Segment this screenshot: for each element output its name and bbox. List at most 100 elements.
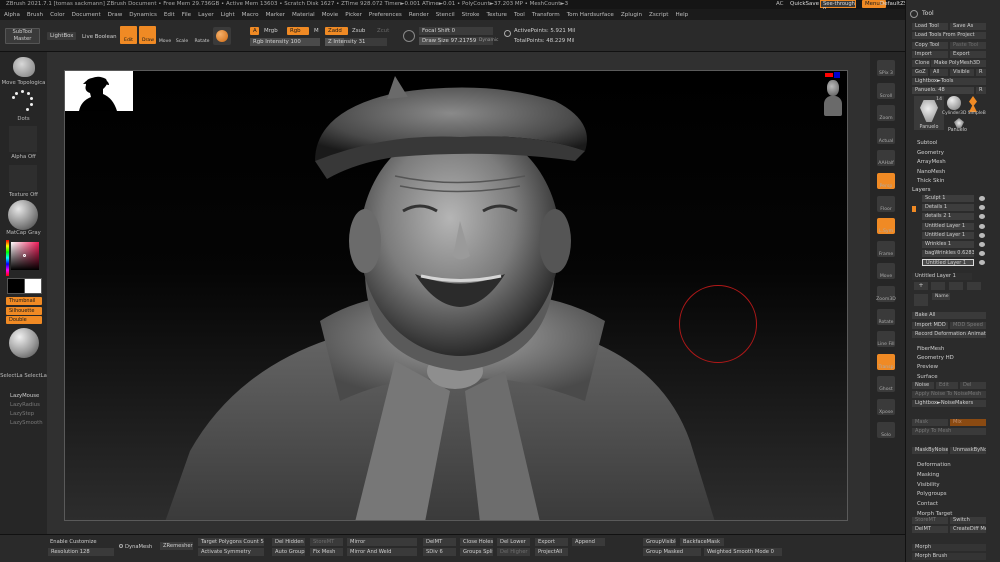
menu-item-zplugin[interactable]: Zplugin — [621, 12, 642, 18]
section-polygroups[interactable]: Polygroups — [917, 491, 947, 497]
menu-item-color[interactable]: Color — [50, 12, 65, 18]
enable-customize-button[interactable]: Enable Customize — [50, 539, 97, 545]
del-lower-button[interactable]: Del Lower — [497, 538, 530, 546]
navigation-head-icon[interactable] — [823, 80, 843, 118]
weighted-smooth-slider[interactable]: Weighted Smooth Mode 0 — [704, 548, 782, 556]
layer-add-icon[interactable]: + — [914, 282, 928, 290]
groupvisible-button[interactable]: GroupVisible — [643, 538, 676, 546]
double-button[interactable]: Double — [6, 316, 42, 324]
bake-all-button[interactable]: Bake All — [912, 312, 986, 319]
m-button[interactable]: M — [314, 28, 319, 34]
rotate-mode-button[interactable]: Rotate — [193, 39, 211, 44]
zadd-button[interactable]: Zadd — [325, 27, 348, 35]
layer-item[interactable]: Wrinkles 1 — [922, 241, 974, 248]
menu-item-edit[interactable]: Edit — [164, 12, 175, 18]
tool-r-button[interactable]: R — [976, 87, 986, 94]
section-subtool[interactable]: Subtool — [917, 140, 937, 146]
menu-item-movie[interactable]: Movie — [322, 12, 339, 18]
layer-remove-icon[interactable] — [931, 282, 945, 290]
close-holes-button[interactable]: Close Holes — [460, 538, 493, 546]
apply-noise-button[interactable]: Apply Noise To NoiseMesh — [912, 391, 986, 398]
menu-item-tool[interactable]: Tool — [514, 12, 525, 18]
layer-up-icon[interactable] — [949, 282, 963, 290]
dynamic-radius-icon[interactable] — [403, 30, 415, 42]
sphere-tool-icon[interactable] — [947, 96, 961, 110]
menu-item-transform[interactable]: Transform — [532, 12, 560, 18]
layer-visibility-icon[interactable] — [979, 196, 985, 201]
layer-item[interactable]: bagWrinkles 0.62831 — [922, 250, 974, 258]
section-deformation[interactable]: Deformation — [917, 462, 951, 468]
subtool-master-button[interactable]: SubTool Master — [5, 28, 40, 44]
layer-visibility-icon[interactable] — [979, 223, 985, 229]
group-masked-button[interactable]: Group Masked — [643, 548, 701, 556]
section-thick-skin[interactable]: Thick Skin — [917, 178, 944, 184]
projectall-button[interactable]: ProjectAll — [535, 548, 568, 556]
section-visibility[interactable]: Visibility — [917, 482, 940, 488]
move-topological-brush-icon[interactable] — [11, 55, 37, 79]
layer-visibility-icon[interactable] — [979, 232, 985, 238]
layer-item[interactable]: details 2 1 — [922, 213, 974, 221]
thumbnail-button[interactable]: Thumbnail — [6, 297, 42, 305]
main-color-swatch[interactable] — [24, 278, 42, 294]
copy-tool-button[interactable]: Copy Tool — [912, 42, 948, 49]
load-from-project-button[interactable]: Load Tools From Project — [912, 32, 986, 39]
noise-button[interactable]: Noise — [912, 382, 934, 389]
color-picker[interactable] — [6, 240, 42, 276]
mirror-button[interactable]: Mirror — [347, 538, 417, 546]
section-arraymesh[interactable]: ArrayMesh — [917, 159, 946, 165]
secondary-color-swatch[interactable] — [7, 278, 25, 294]
edit-mode-button[interactable]: Edit — [120, 26, 137, 44]
dots-stroke-icon[interactable] — [9, 90, 37, 116]
layer-item[interactable]: Untitled Layer 1 — [922, 222, 974, 230]
menu-item-zscript[interactable]: Zscript — [649, 12, 668, 18]
dynamesh-button[interactable]: DynaMesh — [125, 544, 152, 550]
menu-item-light[interactable]: Light — [221, 12, 235, 18]
export-button[interactable]: Export — [950, 51, 986, 58]
menu-item-material[interactable]: Material — [292, 12, 315, 18]
scale-mode-button[interactable]: Scale — [175, 39, 189, 44]
export-shelf-button[interactable]: Export — [535, 538, 568, 546]
menu-item-picker[interactable]: Picker — [345, 12, 362, 18]
menu-item-render[interactable]: Render — [409, 12, 429, 18]
tool-thumbnail-panuelo[interactable]: Panuelo 14 — [914, 96, 944, 130]
layer-record-button[interactable] — [914, 294, 928, 306]
append-button[interactable]: Append — [572, 538, 605, 546]
layer-item[interactable]: Details 1 — [922, 204, 974, 212]
save-as-button[interactable]: Save As — [950, 23, 986, 30]
activate-symmetry-button[interactable]: Activate Symmetry — [198, 548, 264, 556]
sdiv-slider[interactable]: SDiv 6 — [423, 548, 456, 556]
layers-section-title[interactable]: Layers — [912, 187, 931, 193]
fibermesh-section[interactable]: FiberMesh — [917, 346, 944, 352]
creatediff-mesh-button[interactable]: CreateDiff Mesh — [950, 526, 986, 533]
fix-mesh-button[interactable]: Fix Mesh — [310, 548, 343, 556]
import-mdd-button[interactable]: Import MDD — [912, 322, 948, 329]
layer-item[interactable]: Untitled Layer 1 — [922, 259, 974, 267]
menu-item-preferences[interactable]: Preferences — [369, 12, 402, 18]
focal-shift-slider[interactable]: Focal Shift 0 — [419, 27, 493, 35]
zcut-button[interactable]: Zcut — [377, 28, 389, 34]
goz-visible-button[interactable]: Visible — [950, 69, 974, 76]
morph-slider[interactable]: Morph — [912, 544, 986, 551]
noise-del-button[interactable]: Del — [960, 382, 986, 389]
lazymouse-button[interactable]: LazyMouse — [10, 393, 39, 399]
del-hidden-button[interactable]: Del Hidden — [272, 538, 305, 546]
groups-split-button[interactable]: Groups Split — [460, 548, 493, 556]
storemt-shelf-button[interactable]: StoreMT — [310, 538, 343, 546]
menu-item-draw[interactable]: Draw — [108, 12, 123, 18]
unmaskbynoise-button[interactable]: UnmaskByNoise — [950, 447, 986, 454]
lightbox-noisemakers-button[interactable]: Lightbox►NoiseMakers — [912, 400, 986, 407]
mdd-speed-slider[interactable]: MDD Speed — [950, 322, 986, 329]
zremesher-button[interactable]: ZRemesher — [160, 542, 193, 550]
layer-visibility-icon[interactable] — [979, 242, 985, 247]
layer-name-field[interactable]: Untitled Layer 1 — [912, 273, 972, 280]
morph-brush-slider[interactable]: Morph Brush — [912, 553, 986, 560]
menu-item-tom-hardsurface[interactable]: Tom Hardsurface — [567, 12, 614, 18]
delmt-shelf-button[interactable]: DelMT — [423, 538, 456, 546]
load-tool-button[interactable]: Load Tool — [912, 23, 948, 30]
rgb-button[interactable]: Rgb — [287, 27, 309, 35]
menu-item-help[interactable]: Help — [675, 12, 688, 18]
a-toggle[interactable]: A — [250, 27, 259, 35]
layer-down-icon[interactable] — [967, 282, 981, 290]
goz-button[interactable]: GoZ — [912, 69, 928, 76]
goz-all-button[interactable]: All — [930, 69, 948, 76]
